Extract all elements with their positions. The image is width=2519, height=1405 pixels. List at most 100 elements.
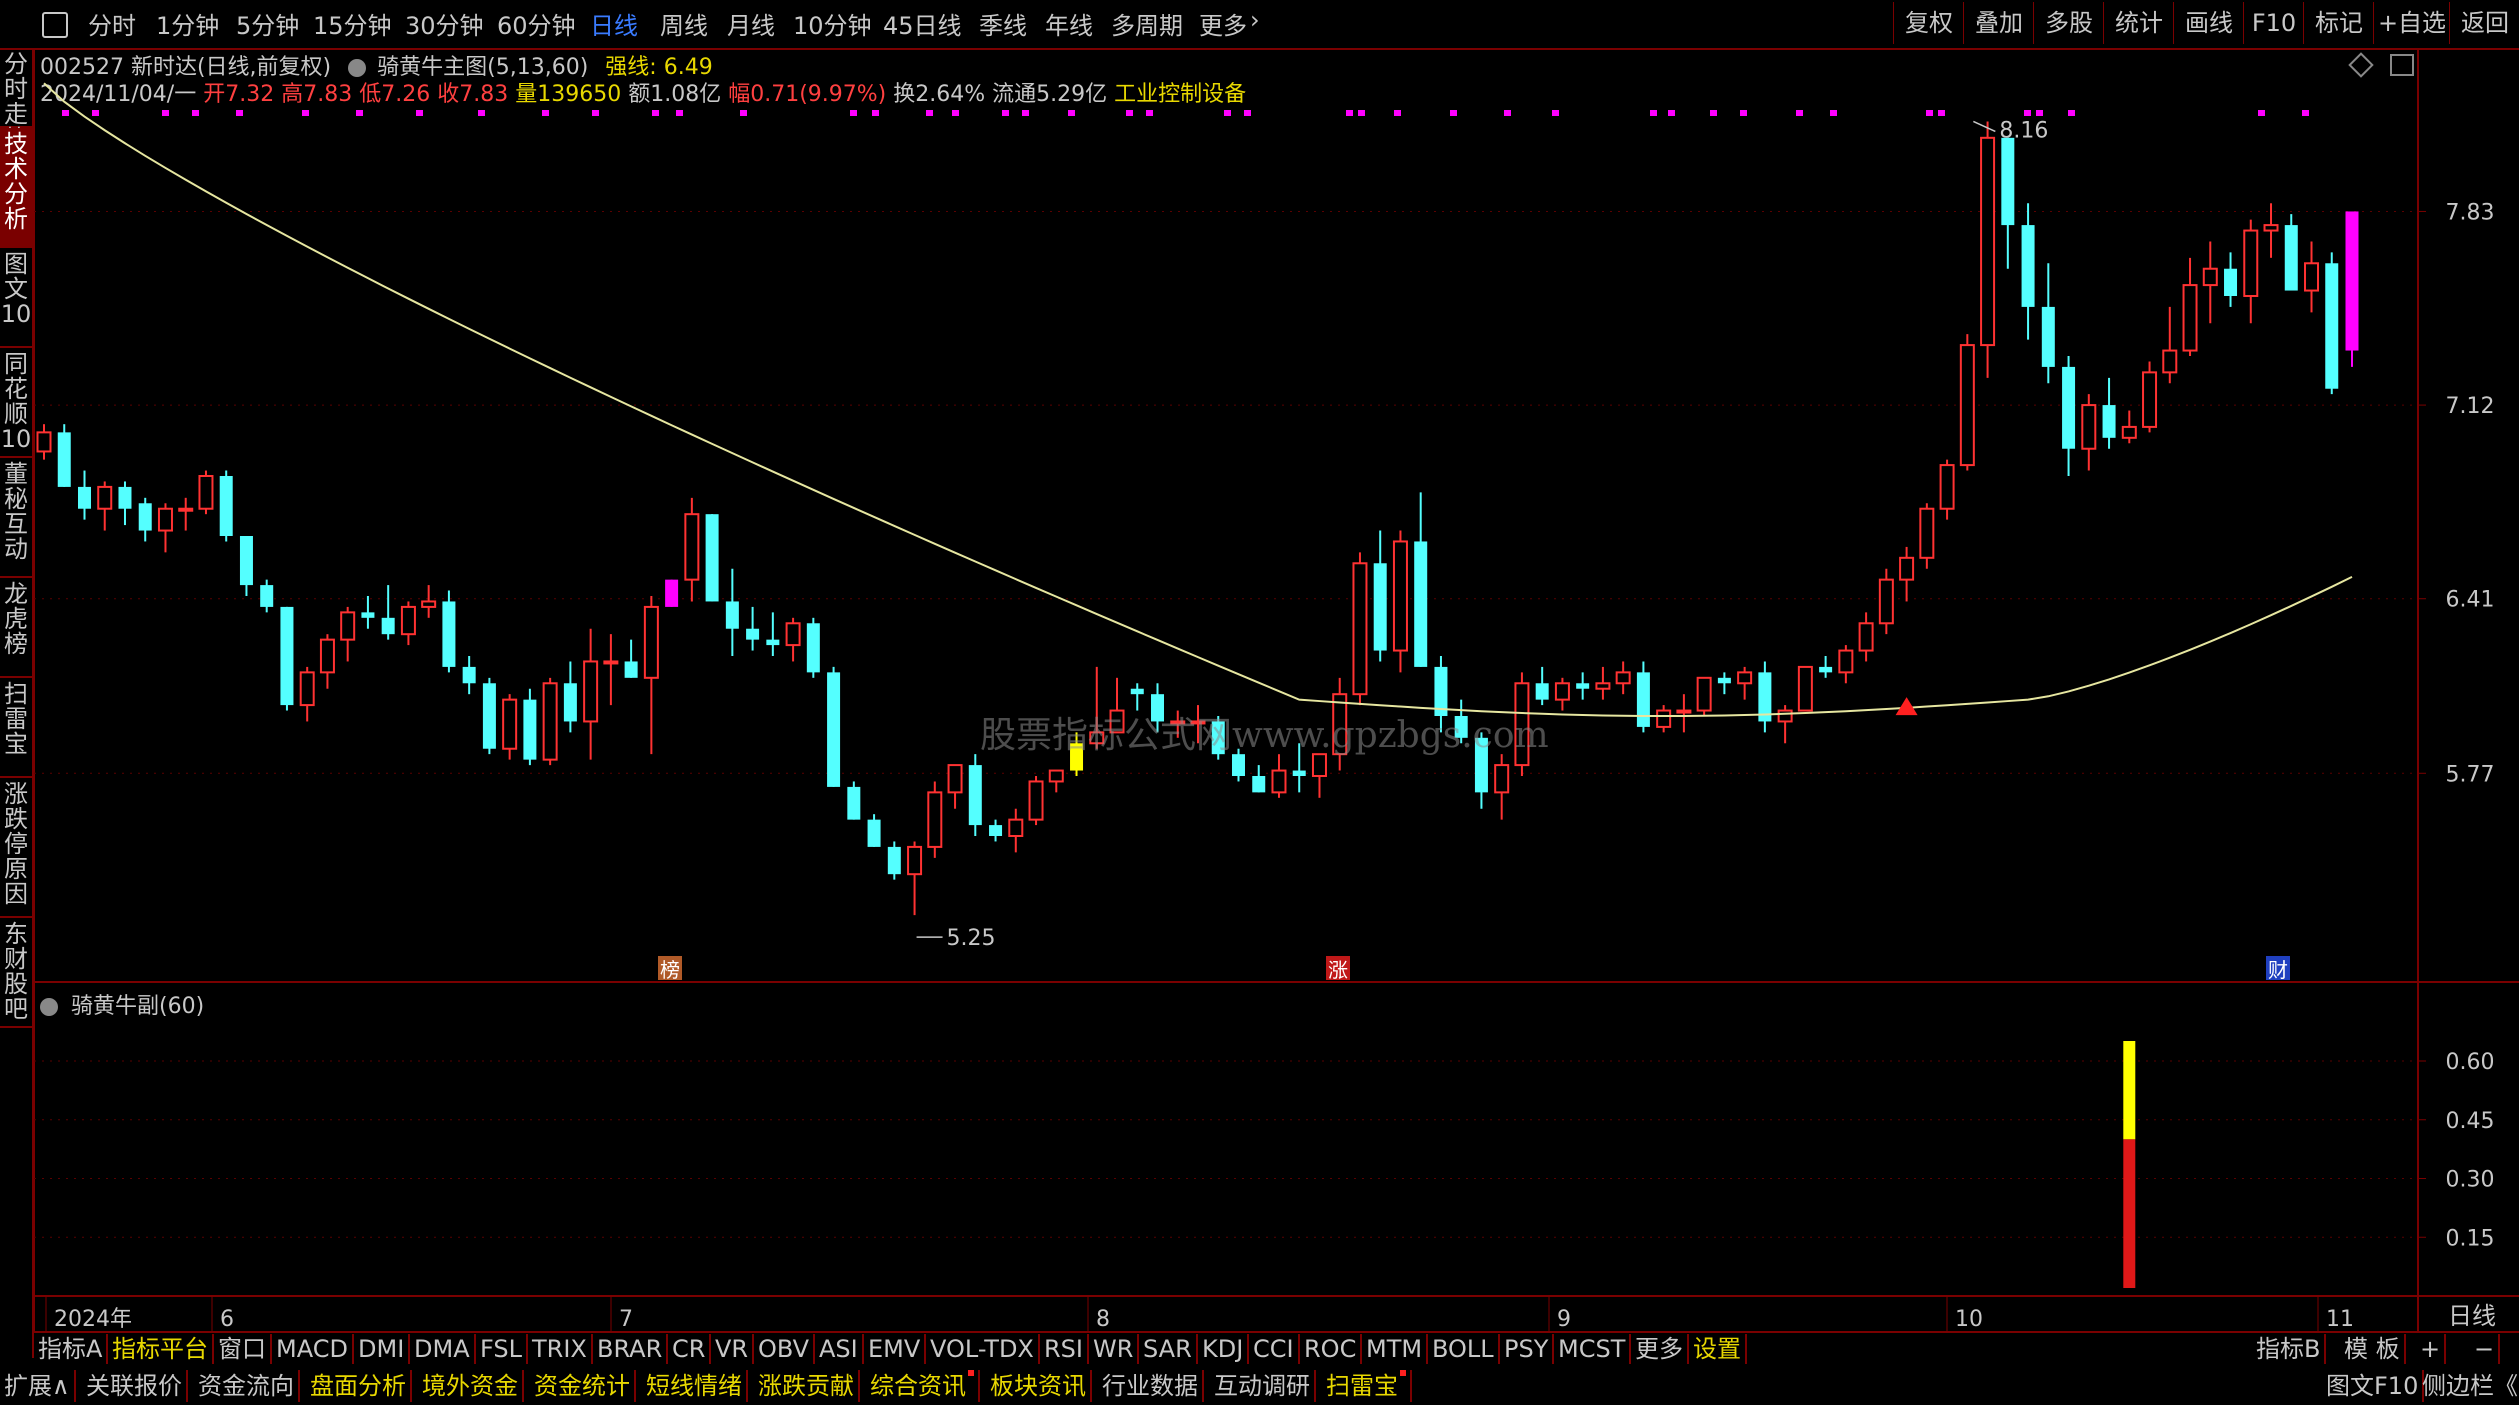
indicator-tab-23[interactable]: PSY — [1500, 1334, 1555, 1364]
bottom-bar-item-7[interactable]: 涨跌贡献 — [754, 1370, 860, 1402]
toolbar-button-8[interactable]: 返回 — [2449, 2, 2519, 44]
toolbar-button-4[interactable]: 画线 — [2173, 2, 2244, 44]
bottom-bar-item-2[interactable]: 资金流向 — [194, 1370, 300, 1402]
bottom-bar-label: 资金流向 — [198, 1372, 294, 1400]
indicator-tab-18[interactable]: KDJ — [1198, 1334, 1250, 1364]
period-tab-8[interactable]: 月线 — [727, 6, 775, 41]
toolbar-button-1[interactable]: 叠加 — [1963, 2, 2034, 44]
indicator-tab-2[interactable]: 窗口 — [214, 1334, 272, 1364]
period-tab-14[interactable]: 更多 — [1199, 6, 1247, 41]
bottom-bar-item-1[interactable]: 关联报价 — [82, 1370, 188, 1402]
signal-dot — [2024, 110, 2031, 116]
event-marker-bang: 榜 — [660, 958, 680, 982]
bottom-bar-item-11[interactable]: 互动调研 — [1210, 1370, 1316, 1402]
bottom-bar-item-5[interactable]: 资金统计 — [530, 1370, 636, 1402]
bottom-bar-item-8[interactable]: 综合资讯 — [866, 1370, 980, 1402]
indicator-tab-15[interactable]: RSI — [1040, 1334, 1089, 1364]
toolbar-button-3[interactable]: 统计 — [2103, 2, 2174, 44]
bottom-bar-item-10[interactable]: 行业数据 — [1098, 1370, 1204, 1402]
period-tab-7[interactable]: 周线 — [660, 6, 708, 41]
bottom-bar-item-3[interactable]: 盘面分析 — [306, 1370, 412, 1402]
indicator-tab-4[interactable]: DMI — [354, 1334, 411, 1364]
indicator-tab-11[interactable]: OBV — [754, 1334, 816, 1364]
indicator-tab-26[interactable]: 设置 — [1689, 1334, 1747, 1364]
more-chevron-icon[interactable]: › — [1250, 6, 1260, 34]
indicator-tab-12[interactable]: ASI — [815, 1334, 864, 1364]
indicator-tab-6[interactable]: FSL — [476, 1334, 528, 1364]
toolbar-button-5[interactable]: F10 — [2243, 2, 2304, 44]
price-axis-label: 6.41 — [2446, 588, 2495, 613]
signal-dot — [926, 110, 933, 116]
signal-dot — [92, 110, 99, 116]
indicator-tab-8[interactable]: BRAR — [593, 1334, 669, 1364]
price-axis-label: 7.12 — [2446, 394, 2495, 419]
indicator-tab-9[interactable]: CR — [668, 1334, 712, 1364]
candle-body — [361, 612, 375, 618]
collapse-sub-icon[interactable] — [40, 998, 58, 1016]
watermark: 股票指标公式网www.gpzbgs.com — [980, 715, 1549, 756]
kline-chart[interactable]: 7.83 7.12 6.41 5.77 0.60 0.45 0.30 0.15 8.16 5.25… — [0, 48, 2519, 1334]
indicator-tab-22[interactable]: BOLL — [1428, 1334, 1500, 1364]
indicator-tab-17[interactable]: SAR — [1139, 1334, 1198, 1364]
indicator-tab-13[interactable]: EMV — [864, 1334, 927, 1364]
period-tab-3[interactable]: 15分钟 — [313, 6, 392, 41]
period-label[interactable]: 日线 — [2432, 1296, 2512, 1331]
sub-indicator-name[interactable]: 骑黄牛副(60) — [71, 994, 204, 1019]
candle-body — [2263, 224, 2279, 232]
indicator-tab-1[interactable]: 指标平台 — [108, 1334, 214, 1364]
indicator-tab-3[interactable]: MACD — [272, 1334, 354, 1364]
candle-body — [684, 513, 700, 581]
indicator-right-tab-1[interactable]: 模 板 — [2340, 1334, 2406, 1364]
period-tab-10[interactable]: 45日线 — [883, 6, 962, 41]
candle-body — [2345, 211, 2359, 351]
indicator-right-tab-3[interactable]: − — [2470, 1334, 2501, 1364]
period-tab-1[interactable]: 1分钟 — [156, 6, 219, 41]
toolbar-button-7[interactable]: +自选 — [2373, 2, 2450, 44]
period-tab-2[interactable]: 5分钟 — [236, 6, 299, 41]
indicator-right-tab-0[interactable]: 指标B — [2252, 1334, 2327, 1364]
period-tab-0[interactable]: 分时 — [88, 6, 136, 41]
candle-body — [1878, 578, 1894, 625]
signal-dot — [740, 110, 747, 116]
indicator-tab-10[interactable]: VR — [711, 1334, 755, 1364]
indicator-tab-5[interactable]: DMA — [410, 1334, 476, 1364]
toolbar-button-0[interactable]: 复权 — [1893, 2, 1964, 44]
bottom-bar-label: 境外资金 — [422, 1372, 518, 1400]
period-tab-4[interactable]: 30分钟 — [405, 6, 484, 41]
x-axis-label: 7 — [619, 1307, 633, 1332]
indicator-tab-16[interactable]: WR — [1089, 1334, 1140, 1364]
indicator-tab-14[interactable]: VOL-TDX — [926, 1334, 1040, 1364]
candle-body — [1028, 780, 1044, 821]
indicator-tab-20[interactable]: ROC — [1300, 1334, 1363, 1364]
indicator-tab-21[interactable]: MTM — [1362, 1334, 1429, 1364]
indicator-tab-7[interactable]: TRIX — [528, 1334, 593, 1364]
menu-icon[interactable] — [42, 12, 68, 38]
period-tab-12[interactable]: 年线 — [1045, 6, 1093, 41]
toolbar-button-6[interactable]: 标记 — [2303, 2, 2374, 44]
period-tab-5[interactable]: 60分钟 — [497, 6, 576, 41]
bottom-bar-item-6[interactable]: 短线情绪 — [642, 1370, 748, 1402]
bottom-bar-right-1[interactable]: 侧边栏《 — [2418, 1370, 2519, 1402]
candle-body — [381, 617, 395, 635]
candle-body — [57, 432, 71, 487]
candle-body — [1899, 556, 1915, 581]
indicator-tab-24[interactable]: MCST — [1554, 1334, 1632, 1364]
period-tab-13[interactable]: 多周期 — [1111, 6, 1183, 41]
period-tab-9[interactable]: 10分钟 — [793, 6, 872, 41]
indicator-tab-0[interactable]: 指标A — [34, 1334, 109, 1364]
candle-body — [1676, 709, 1692, 714]
bottom-bar-item-0[interactable]: 扩展∧ — [0, 1370, 76, 1402]
candle-body — [968, 765, 982, 826]
bottom-bar-item-9[interactable]: 板块资讯 — [986, 1370, 1092, 1402]
period-tab-11[interactable]: 季线 — [979, 6, 1027, 41]
bottom-bar-item-12[interactable]: 扫雷宝 — [1322, 1370, 1412, 1402]
indicator-right-tab-2[interactable]: + — [2416, 1334, 2447, 1364]
signal-dot — [302, 110, 309, 116]
bottom-bar-right-0[interactable]: 图文F10 — [2322, 1370, 2425, 1402]
indicator-tab-19[interactable]: CCI — [1249, 1334, 1300, 1364]
bottom-bar-item-4[interactable]: 境外资金 — [418, 1370, 524, 1402]
candle-body — [1494, 764, 1510, 794]
period-tab-6[interactable]: 日线 — [590, 6, 638, 41]
indicator-tab-25[interactable]: 更多 — [1631, 1334, 1689, 1364]
toolbar-button-2[interactable]: 多股 — [2033, 2, 2104, 44]
